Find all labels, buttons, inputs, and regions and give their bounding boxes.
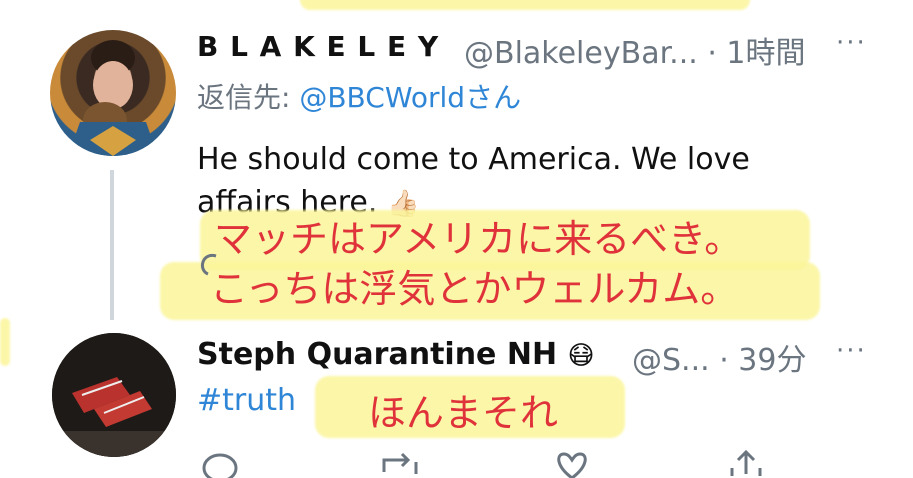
caption-highlight-top-remnant (300, 0, 750, 10)
reply-suffix: さん (465, 81, 522, 114)
hashtag-link[interactable]: #truth (197, 383, 296, 418)
thread-line (110, 170, 114, 320)
tweet-handle[interactable]: @S... · 39分 (632, 335, 806, 379)
reply-to-mention[interactable]: @BBCWorld (299, 81, 465, 114)
handle[interactable]: @S... (632, 343, 710, 378)
reply-icon[interactable] (200, 448, 240, 478)
timestamp[interactable]: · 39分 (719, 343, 806, 378)
avatar-photo (52, 333, 176, 457)
timestamp[interactable]: · 1時間 (707, 36, 805, 71)
retweet-icon[interactable] (378, 448, 422, 478)
caption-line-1: マッチはアメリカに来るべき。 (214, 217, 743, 261)
reply-icon[interactable] (198, 250, 220, 280)
reply-to-line: 返信先: @BBCWorldさん (197, 76, 521, 116)
tweet-handle[interactable]: @BlakeleyBar... · 1時間 (464, 28, 805, 72)
caption-highlight-left-edge (0, 318, 10, 366)
more-options-icon[interactable]: ··· (836, 336, 867, 366)
handle[interactable]: @BlakeleyBar... (464, 36, 698, 71)
display-name[interactable]: Steph Quarantine NH 😷 (197, 337, 595, 372)
avatar-photo (68, 40, 158, 156)
caption-line-2: こっちは浮気とかウェルカム。 (210, 267, 739, 311)
reply-prefix: 返信先: (197, 81, 300, 114)
more-options-icon[interactable]: ··· (836, 28, 867, 58)
face-mask-emoji-icon: 😷 (567, 341, 595, 371)
display-name[interactable]: B L A K E L E Y (197, 30, 439, 63)
avatar-steph[interactable] (52, 333, 176, 457)
like-icon[interactable] (552, 448, 592, 478)
avatar-blakeley[interactable] (50, 30, 176, 156)
translation-caption: マッチはアメリカに来るべき。 こっちは浮気とかウェルカム。 (210, 214, 742, 314)
share-icon[interactable] (726, 446, 766, 476)
tweet-text-line-1: He should come to America. We love (197, 142, 750, 177)
translation-caption: ほんまそれ (368, 391, 559, 435)
